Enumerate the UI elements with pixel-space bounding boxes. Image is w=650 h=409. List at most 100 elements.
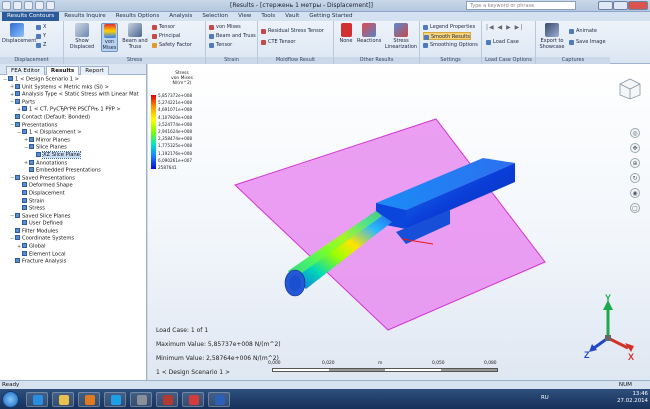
- tab-results-options[interactable]: Results Options: [111, 12, 165, 21]
- displacement-button[interactable]: Displacement: [2, 23, 36, 44]
- save-image-button[interactable]: Save Image: [569, 38, 606, 46]
- fit-icon[interactable]: ▢: [630, 203, 640, 213]
- tree-item-label: Embedded Presentations: [36, 167, 101, 174]
- search-input[interactable]: Type a keyword or phrase: [466, 1, 576, 10]
- tab-fea-editor[interactable]: FEA Editor: [6, 66, 45, 75]
- legend-properties-button[interactable]: Legend Properties: [423, 23, 475, 31]
- app-menu-icon[interactable]: [2, 1, 11, 10]
- tree-item[interactable]: XZ Slice Plane: [1, 151, 146, 160]
- tree-item[interactable]: + Unit Systems < Metric mks (SI) >: [1, 83, 146, 92]
- tree-item[interactable]: Deformed Shape: [1, 182, 146, 190]
- tree-item[interactable]: − Saved Presentations: [1, 174, 146, 183]
- tree-item[interactable]: User Defined: [1, 220, 146, 228]
- tab-results[interactable]: Results: [45, 66, 80, 75]
- displacement-z-button[interactable]: Z: [36, 41, 46, 49]
- displacement-x-button[interactable]: X: [36, 23, 46, 31]
- orbit-icon[interactable]: ↻: [630, 173, 640, 183]
- look-at-icon[interactable]: ◉: [630, 188, 640, 198]
- tree-item[interactable]: − Parts: [1, 98, 146, 107]
- model-viewport[interactable]: Stress von Mises N/(m^2) 5,857372e+008 5,…: [148, 64, 650, 380]
- tree-item[interactable]: − Saved Slice Planes: [1, 212, 146, 221]
- tab-vault[interactable]: Vault: [280, 12, 304, 21]
- tree-item[interactable]: + Global: [1, 243, 146, 251]
- taskbar-word[interactable]: [208, 392, 230, 407]
- zoom-icon[interactable]: ⊕: [630, 158, 640, 168]
- clock-date: 27.02.2014: [617, 398, 648, 404]
- stress-linearization-button[interactable]: Stress Linearization: [384, 23, 418, 50]
- maximize-button[interactable]: [613, 1, 628, 10]
- tree-item[interactable]: + Mirror Planes: [1, 136, 146, 145]
- tree-item[interactable]: − Presentations: [1, 121, 146, 130]
- close-button[interactable]: [628, 1, 648, 10]
- tree-item[interactable]: + Annotations: [1, 159, 146, 168]
- export-to-showcase-button[interactable]: Export to Showcase: [538, 23, 566, 50]
- tab-tools[interactable]: Tools: [256, 12, 280, 21]
- tree-item[interactable]: + Analysis Type < Static Stress with Line…: [1, 91, 146, 99]
- taskbar-media[interactable]: [78, 392, 100, 407]
- strain-beam-truss-button[interactable]: Beam and Truss: [209, 32, 256, 40]
- strain-tensor-button[interactable]: Tensor: [209, 41, 232, 49]
- load-case-button[interactable]: Load Case: [486, 38, 519, 46]
- steering-wheel-icon[interactable]: ◎: [630, 128, 640, 138]
- tab-getting-started[interactable]: Getting Started: [304, 12, 357, 21]
- system-clock[interactable]: 13:46 27.02.2014: [617, 391, 648, 405]
- viewcube[interactable]: [619, 78, 641, 100]
- tree-item[interactable]: Displacement: [1, 189, 146, 198]
- tree-item[interactable]: Stress: [1, 205, 146, 213]
- minimize-button[interactable]: [598, 1, 613, 10]
- tree-item[interactable]: Embedded Presentations: [1, 167, 146, 175]
- smooth-results-button[interactable]: Smooth Results: [423, 32, 471, 40]
- none-button[interactable]: None: [337, 23, 355, 44]
- beam-and-truss-button[interactable]: Beam and Truss: [122, 23, 148, 50]
- tree-item-label: Saved Slice Planes: [22, 213, 71, 220]
- axis-triad: Y X Z: [584, 293, 638, 362]
- tab-report[interactable]: Report: [80, 66, 109, 75]
- taskbar-skype[interactable]: [104, 392, 126, 407]
- app-icon: [137, 395, 147, 405]
- tree-item[interactable]: Filter Modules: [1, 227, 146, 236]
- tree-item-label: 1 < Displacement >: [29, 129, 82, 136]
- tree-item[interactable]: Fracture Analysis: [1, 258, 146, 266]
- undo-icon[interactable]: [35, 1, 44, 10]
- reactions-button[interactable]: Reactions: [357, 23, 381, 44]
- save-icon[interactable]: [24, 1, 33, 10]
- tab-analysis[interactable]: Analysis: [164, 12, 197, 21]
- cte-tensor-button[interactable]: CTE Tensor: [261, 38, 295, 46]
- pan-icon[interactable]: ✥: [630, 143, 640, 153]
- safety-factor-button[interactable]: Safety Factor: [152, 41, 192, 49]
- tab-results-contours[interactable]: Results Contours: [2, 12, 60, 21]
- open-icon[interactable]: [13, 1, 22, 10]
- tree-item[interactable]: −1 < Design Scenario 1 >: [1, 76, 146, 84]
- tab-results-inquire[interactable]: Results Inquire: [59, 12, 110, 21]
- tree-item[interactable]: Element Local: [1, 250, 146, 259]
- tab-view[interactable]: View: [233, 12, 256, 21]
- taskbar-simulation[interactable]: [182, 392, 204, 407]
- triad-y-label: Y: [605, 294, 611, 303]
- load-case-nav-icons[interactable]: |◀ ◀ ▶ ▶|: [486, 24, 523, 31]
- tree-item[interactable]: +1 < СТ, РуСЂРґРё РЅСЃРњ 1 РЎР >: [1, 106, 146, 114]
- strain-von-mises-button[interactable]: von Mises: [209, 23, 241, 31]
- stress-tensor-button[interactable]: Tensor: [152, 23, 175, 31]
- tree-item[interactable]: −1 < Displacement >: [1, 129, 146, 137]
- show-displaced-button[interactable]: Show Displaced: [67, 23, 97, 50]
- taskbar-app5[interactable]: [130, 392, 152, 407]
- tree-item[interactable]: Strain: [1, 197, 146, 206]
- von-mises-button[interactable]: von Mises: [101, 23, 118, 52]
- principal-button[interactable]: Principal: [152, 32, 180, 40]
- tree-item[interactable]: − Slice Planes: [1, 144, 146, 152]
- language-indicator[interactable]: RU: [541, 395, 549, 401]
- start-button[interactable]: [2, 391, 19, 408]
- residual-stress-tensor-button[interactable]: Residual Stress Tensor: [261, 27, 324, 35]
- redo-icon[interactable]: [46, 1, 55, 10]
- taskbar-app6[interactable]: [156, 392, 178, 407]
- tab-selection[interactable]: Selection: [197, 12, 233, 21]
- taskbar-explorer[interactable]: [52, 392, 74, 407]
- smoothing-options-button[interactable]: Smoothing Options: [423, 41, 478, 49]
- tree-node-icon: [8, 76, 13, 81]
- taskbar-ie[interactable]: [26, 392, 48, 407]
- tree-item[interactable]: − Coordinate Systems: [1, 235, 146, 243]
- tree-item[interactable]: Contact (Default: Bonded): [1, 113, 146, 122]
- animate-button[interactable]: Animate: [569, 27, 597, 35]
- displacement-y-button[interactable]: Y: [36, 32, 46, 40]
- tree-node-icon: [15, 98, 20, 104]
